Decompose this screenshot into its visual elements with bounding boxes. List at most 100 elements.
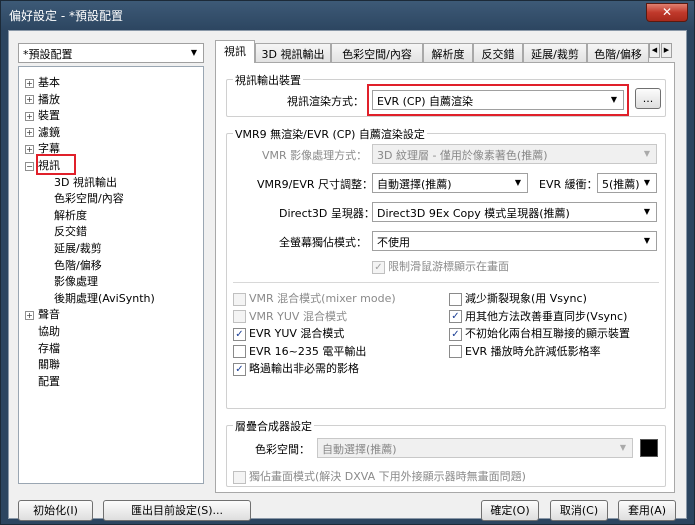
tab[interactable]: 延展/裁剪 [523, 43, 587, 62]
option-checkbox-label: EVR 播放時允許減低影格率 [465, 344, 601, 358]
tree-item[interactable]: 反交錯 [54, 223, 87, 239]
expand-icon[interactable]: + [25, 111, 34, 121]
fullscreen-exclusive-select[interactable]: 不使用 ▼ [372, 231, 657, 251]
tree-item[interactable]: 影像處理 [54, 273, 98, 289]
tree-item[interactable]: + 聲音 [25, 306, 60, 322]
init-button[interactable]: 初始化(I) [18, 500, 93, 521]
d3d-presenter-select[interactable]: Direct3D 9Ex Copy 模式呈現器(推薦) ▼ [372, 202, 657, 222]
option-checkbox[interactable]: 減少撕裂現象(用 Vsync) [449, 290, 587, 306]
tab-strip: 視訊 3D 視訊輸出 色彩空間/內容 解析度 反交錯 延展/裁剪 色階/偏移 [215, 40, 670, 63]
option-checkbox[interactable]: ✓ EVR YUV 混合模式 [233, 325, 345, 341]
checkbox-checked-icon: ✓ [233, 327, 246, 341]
tree-item[interactable]: 存檔 [25, 340, 60, 356]
tree-item[interactable]: 關聯 [25, 356, 60, 372]
tab-label: 3D 視訊輸出 [261, 48, 325, 61]
fullscreen-exclusive-label: 全螢幕獨佔模式： [279, 236, 367, 249]
option-checkbox-label: EVR 16~235 電平輸出 [249, 344, 367, 358]
option-checkbox-label: 略過輸出非必需的影格 [249, 362, 359, 375]
tree-item[interactable]: + 裝置 [25, 107, 60, 123]
option-checkbox[interactable]: ✓ 不初始化兩台相互聯接的顯示裝置 [449, 325, 630, 341]
tree-item-label: 關聯 [38, 358, 60, 372]
tree-item-label: 色彩空間/內容 [54, 192, 124, 206]
option-checkbox[interactable]: ✓ 略過輸出非必需的影格 [233, 360, 359, 376]
exclusive-mode-checkbox[interactable]: 獨佔畫面模式(解決 DXVA 下用外接顯示器時無畫面問題) [233, 468, 526, 484]
settings-tree: + 基本 + 播放 + 裝置 + 濾鏡 + 字幕 − 視訊 3D 視訊輸出 色彩空間/內容 解析度 反交錯 延展… [18, 66, 204, 484]
option-checkbox[interactable]: EVR 16~235 電平輸出 [233, 343, 366, 358]
title-bar[interactable]: 偏好設定 - *預設配置 ✕ [1, 1, 694, 29]
tab[interactable]: 解析度 [423, 43, 473, 62]
tab[interactable]: 色彩空間/內容 [331, 43, 423, 62]
fullscreen-exclusive-select-value: 不使用 [377, 236, 410, 249]
profile-select-value: *預設配置 [23, 48, 73, 61]
expand-icon[interactable]: + [25, 144, 34, 154]
tab-label: 視訊 [224, 45, 246, 58]
cancel-button[interactable]: 取消(C) [550, 500, 608, 521]
tab-label: 延展/裁剪 [531, 48, 579, 61]
tree-item[interactable]: 3D 視訊輸出 [54, 174, 117, 190]
tree-item[interactable]: 色階/偏移 [54, 257, 102, 273]
d3d-presenter-select-value: Direct3D 9Ex Copy 模式呈現器(推薦) [377, 207, 570, 220]
checkbox-unchecked-icon [449, 292, 462, 306]
tab-scroll-right[interactable]: ▶ [661, 43, 672, 58]
option-checkbox[interactable]: VMR YUV 混合模式 [233, 308, 347, 323]
apply-button[interactable]: 套用(A) [618, 500, 676, 521]
expand-icon[interactable]: + [25, 95, 34, 105]
limit-mouse-checkbox[interactable]: ✓ 限制滑鼠游標顯示在畫面 [372, 258, 509, 274]
option-checkbox-label: EVR YUV 混合模式 [249, 327, 345, 340]
option-checkbox-label: 用其他方法改善垂直同步(Vsync) [465, 309, 628, 323]
tab-label: 解析度 [431, 48, 465, 61]
vmr9-settings-group: VMR9 無渲染/EVR (CP) 自薦渲染設定 VMR 影像處理方式： 3D … [226, 126, 666, 409]
d3d-presenter-label: Direct3D 呈現器： [279, 207, 375, 220]
arrow-left-icon: ◀ [651, 46, 658, 54]
option-checkbox-label: 減少撕裂現象(用 Vsync) [465, 292, 587, 305]
tree-item[interactable]: + 播放 [25, 91, 60, 107]
group-divider [233, 282, 659, 283]
colorspace-select[interactable]: 自動選擇(推薦) ▼ [317, 438, 633, 458]
renderer-settings-button[interactable]: ... [635, 88, 661, 109]
colorspace-select-value: 自動選擇(推薦) [322, 443, 397, 456]
tab-scroll-left[interactable]: ◀ [649, 43, 660, 58]
export-settings-button[interactable]: 匯出目前設定(S)... [103, 500, 251, 521]
limit-mouse-label: 限制滑鼠游標顯示在畫面 [388, 260, 509, 273]
video-settings-panel: 視訊輸出裝置 視訊渲染方式： EVR (CP) 自薦渲染 ▼ ... VMR9 … [215, 62, 675, 493]
tab[interactable]: 3D 視訊輸出 [255, 43, 331, 62]
option-checkbox[interactable]: VMR 混合模式(mixer mode) [233, 290, 396, 306]
collapse-icon[interactable]: − [25, 161, 34, 171]
tree-item[interactable]: 後期處理(AviSynth) [54, 290, 155, 306]
tree-item[interactable]: 解析度 [54, 207, 87, 223]
checkbox-checked-icon: ✓ [449, 327, 462, 341]
tree-item[interactable]: 延展/裁剪 [54, 240, 102, 256]
tree-item[interactable]: + 基本 [25, 74, 60, 90]
tab[interactable]: 反交錯 [473, 43, 523, 62]
resize-select[interactable]: 自動選擇(推薦) ▼ [372, 173, 528, 193]
tree-item[interactable]: 色彩空間/內容 [54, 190, 124, 206]
option-checkbox[interactable]: EVR 播放時允許減低影格率 [449, 343, 601, 358]
vmr-mode-select-value: 3D 紋理層 - 僅用於像素著色(推薦) [377, 149, 548, 162]
evr-buffer-label: EVR 緩衝： [539, 178, 598, 191]
chevron-down-icon: ▼ [643, 236, 651, 245]
tree-item-label: 3D 視訊輸出 [54, 175, 117, 189]
profile-select[interactable]: *預設配置 ▼ [18, 43, 204, 63]
evr-buffer-select[interactable]: 5(推薦) ▼ [597, 173, 657, 193]
option-checkbox-label: VMR YUV 混合模式 [249, 309, 347, 323]
dialog-client: *預設配置 ▼ + 基本 + 播放 + 裝置 + 濾鏡 + 字幕 − 視訊 3D 視訊輸出 色彩空間/內容… [8, 30, 687, 521]
window-title: 偏好設定 - *預設配置 [9, 9, 123, 23]
tab[interactable]: 色階/偏移 [587, 43, 649, 62]
expand-icon[interactable]: + [25, 78, 34, 88]
chevron-down-icon: ▼ [514, 178, 522, 187]
close-button[interactable]: ✕ [646, 3, 688, 22]
tree-item[interactable]: + 濾鏡 [25, 124, 60, 140]
tree-item[interactable]: 協助 [25, 323, 60, 339]
tree-item-label: 聲音 [38, 308, 60, 322]
color-swatch-button[interactable] [640, 439, 658, 457]
tree-item[interactable]: 配置 [25, 373, 60, 389]
expand-icon[interactable]: + [25, 310, 34, 320]
option-checkbox[interactable]: ✓ 用其他方法改善垂直同步(Vsync) [449, 308, 627, 323]
vmr-mode-select[interactable]: 3D 紋理層 - 僅用於像素著色(推薦) ▼ [372, 144, 657, 164]
expand-icon[interactable]: + [25, 128, 34, 138]
ok-button[interactable]: 確定(O) [481, 500, 539, 521]
tree-item-label: 裝置 [38, 109, 60, 123]
tab[interactable]: 視訊 [215, 40, 255, 63]
tree-item-label: 播放 [38, 92, 60, 106]
cancel-button-label: 取消(C) [559, 504, 599, 517]
